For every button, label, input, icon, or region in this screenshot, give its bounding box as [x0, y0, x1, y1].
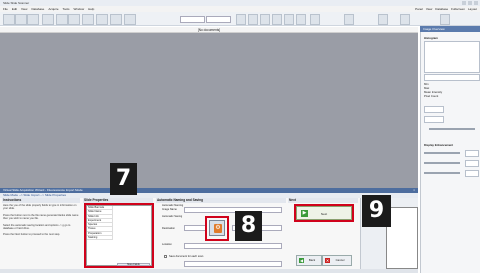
magnification-1x-icon[interactable]	[236, 14, 246, 25]
magnification-10x-icon[interactable]	[272, 14, 282, 25]
range-low-input[interactable]	[424, 106, 444, 113]
select-icon[interactable]	[96, 14, 108, 25]
cancel-button-label: Cancel	[335, 258, 345, 262]
save-options-input[interactable]	[184, 261, 282, 267]
histogram-range[interactable]	[424, 74, 480, 81]
location-label: Location	[162, 243, 172, 246]
tab-view[interactable]: View	[426, 7, 432, 11]
back-button-label: Back	[308, 258, 316, 262]
zoom-in-icon[interactable]	[56, 14, 68, 25]
gamma-slider[interactable]	[424, 172, 460, 174]
image-workspace[interactable]	[0, 33, 418, 188]
print-icon[interactable]	[42, 14, 54, 25]
table-row[interactable]: Staining	[87, 236, 113, 241]
next-button[interactable]: ▶ Next	[296, 206, 352, 220]
menu-edit[interactable]: Edit	[12, 7, 17, 11]
magnification-40x-icon[interactable]	[296, 14, 306, 25]
display-enhancement-label: Display Enhancement	[424, 143, 454, 147]
transmitted-icon[interactable]	[344, 14, 354, 25]
main-toolbar	[0, 12, 480, 26]
next-section-title: Next	[288, 198, 358, 203]
naming-options-button[interactable]: ⚙	[209, 220, 225, 236]
cancel-icon: ✕	[325, 258, 330, 263]
magnification-2x-icon[interactable]	[248, 14, 258, 25]
save-icon[interactable]	[27, 14, 39, 25]
measure-icon[interactable]	[110, 14, 122, 25]
brightness-input[interactable]	[465, 150, 479, 157]
zoom-out-icon[interactable]	[68, 14, 80, 25]
step-badge-8: 8	[235, 211, 262, 241]
destination-select[interactable]	[184, 225, 206, 231]
next-button-label: Next	[320, 212, 328, 216]
save-each-scan-checkbox[interactable]	[164, 255, 167, 258]
cancel-button[interactable]: ✕ Cancel	[322, 255, 352, 266]
magnification-4x-icon[interactable]	[260, 14, 270, 25]
range-slider[interactable]	[429, 128, 475, 130]
histogram-label: Histogram	[424, 36, 438, 40]
image-name-input[interactable]	[184, 207, 282, 213]
step-badge-7: 7	[110, 163, 137, 195]
arrow-right-icon: ▶	[301, 210, 308, 217]
filter-icon[interactable]	[400, 14, 410, 25]
instruction-line: Press the button next to the file name g…	[3, 213, 79, 221]
arrow-left-icon: ◀	[299, 258, 304, 263]
auto-naming-label: Automatic Naming	[162, 204, 184, 207]
menu-tools[interactable]: Tools	[62, 7, 69, 11]
instruction-line: Select the automatic saving location and…	[3, 223, 71, 231]
minimize-icon[interactable]	[462, 1, 466, 5]
menu-database[interactable]: Database	[31, 7, 44, 11]
instructions-title: Instructions	[2, 198, 80, 203]
status-bar	[0, 269, 418, 273]
menu-view[interactable]: View	[21, 7, 27, 11]
naming-icon: ⚙	[214, 224, 222, 233]
auto-saving-label: Automatic Saving	[162, 215, 183, 218]
wizard-title: Virtual Slide Acquisition Wizard - Fluor…	[3, 188, 83, 192]
right-panel: Histogram Min Max Mean Intensity Pixel C…	[420, 26, 480, 273]
magnification-20x-icon[interactable]	[284, 14, 294, 25]
reflection-icon[interactable]	[378, 14, 388, 25]
zoom-select[interactable]	[180, 16, 205, 23]
slide-properties-table[interactable]: Slide Barcode Slide Name Slide Info Expe…	[86, 205, 152, 266]
brightness-slider[interactable]	[424, 152, 460, 154]
tab-database[interactable]: Database	[435, 7, 448, 11]
pan-icon[interactable]	[82, 14, 94, 25]
tab-fullscreen[interactable]: Fullscreen	[451, 7, 465, 11]
instructions-text: Here the you of the slide properly field…	[3, 204, 79, 240]
back-button[interactable]: ◀ Back	[296, 255, 322, 266]
contrast-input[interactable]	[465, 160, 479, 167]
save-each-scan-label: Save document for each scan	[169, 255, 204, 258]
range-high-input[interactable]	[424, 116, 444, 123]
new-icon[interactable]	[3, 14, 15, 25]
location-input[interactable]	[184, 243, 282, 249]
field-pixel-count: Pixel Count	[424, 94, 439, 98]
contrast-slider[interactable]	[424, 162, 460, 164]
view-tabs: Panel View Database Fullscreen Layout	[415, 7, 480, 11]
channel-select[interactable]	[206, 16, 231, 23]
menu-acquire[interactable]: Acquire	[48, 7, 58, 11]
gamma-input[interactable]	[465, 170, 479, 177]
menu-window[interactable]: Window	[74, 7, 85, 11]
tab-panel[interactable]: Panel	[415, 7, 423, 11]
right-panel-header: Image Overview	[420, 26, 480, 32]
auto-naming-title: Automatic Naming and Saving	[156, 198, 286, 203]
snapshot-icon[interactable]	[440, 14, 450, 25]
histogram-chart	[424, 41, 480, 73]
more-fields-button[interactable]: More Fields	[117, 263, 150, 266]
instruction-line: Here the you of the slide properly field…	[3, 204, 77, 211]
window-controls	[462, 1, 478, 5]
destination-label: Destination	[162, 227, 175, 230]
instruction-line: Press the Next button to proceed to the …	[3, 233, 61, 237]
menu-help[interactable]: Help	[88, 7, 94, 11]
menu-file[interactable]: File	[3, 7, 8, 11]
magnification-63x-icon[interactable]	[310, 14, 320, 25]
maximize-icon[interactable]	[468, 1, 472, 5]
open-icon[interactable]	[15, 14, 27, 25]
annotate-icon[interactable]	[124, 14, 136, 25]
step-badge-9: 9	[362, 195, 391, 227]
image-name-label: Image Name	[162, 208, 177, 211]
tab-layout[interactable]: Layout	[468, 7, 477, 11]
close-icon[interactable]	[474, 1, 478, 5]
